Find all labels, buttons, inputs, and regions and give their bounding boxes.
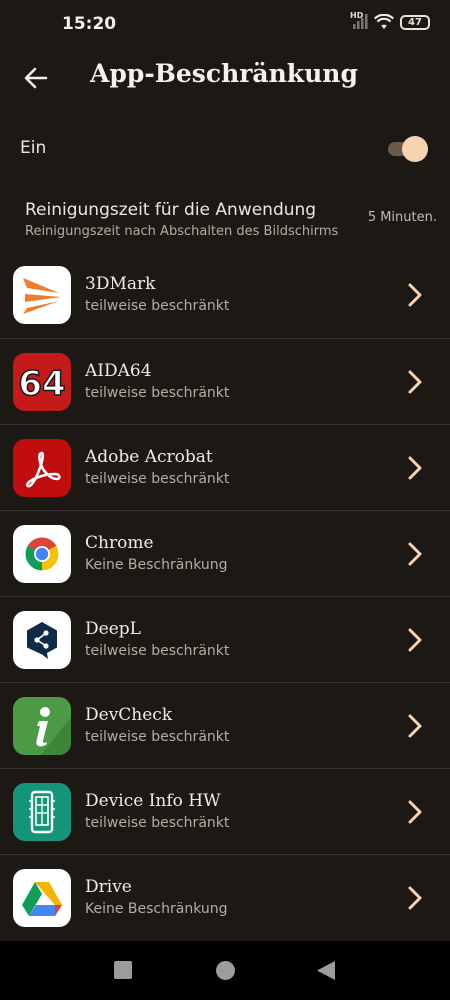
app-row-3dmark[interactable]: 3DMark teilweise beschränkt (0, 252, 450, 338)
app-name: Device Info HW (85, 791, 221, 811)
app-name: DevCheck (85, 705, 173, 725)
app-name: 3DMark (85, 274, 156, 294)
app-name: Drive (85, 877, 132, 897)
app-row-device-info-hw[interactable]: Device Info HW teilweise beschränkt (0, 768, 450, 854)
app-bar: App-Beschränkung (0, 48, 450, 106)
app-status: teilweise beschränkt (85, 298, 230, 314)
app-status: teilweise beschränkt (85, 385, 230, 401)
drive-icon (13, 869, 71, 927)
status-bar: 15:20 HD 47 (0, 0, 450, 48)
status-time: 15:20 (62, 14, 117, 34)
app-row-deepl[interactable]: DeepL teilweise beschränkt (0, 596, 450, 682)
back-triangle-icon[interactable] (316, 960, 336, 981)
chevron-right-icon (404, 282, 426, 308)
toggle-label: Ein (20, 138, 47, 158)
app-status: teilweise beschränkt (85, 643, 230, 659)
app-name: AIDA64 (85, 361, 152, 381)
cleanup-title: Reinigungszeit für die Anwendung (25, 200, 317, 220)
cleanup-value: 5 Minuten. (367, 210, 437, 225)
aida64-icon-text: 64 (18, 364, 65, 404)
page-title: App-Beschränkung (90, 59, 358, 88)
app-row-devcheck[interactable]: DevCheck teilweise beschränkt (0, 682, 450, 768)
app-row-aida64[interactable]: 64 AIDA64 teilweise beschränkt (0, 338, 450, 424)
app-status: teilweise beschränkt (85, 471, 230, 487)
chevron-right-icon (404, 455, 426, 481)
adobe-acrobat-icon (13, 439, 71, 497)
deepl-icon (13, 611, 71, 669)
app-list: 3DMark teilweise beschränkt 64 AIDA64 te… (0, 252, 450, 940)
battery-indicator: 47 (400, 14, 430, 30)
app-name: Adobe Acrobat (85, 447, 213, 467)
chevron-right-icon (404, 713, 426, 739)
app-row-drive[interactable]: Drive Keine Beschränkung (0, 854, 450, 940)
app-name: Chrome (85, 533, 154, 553)
signal-icon: HD (350, 11, 368, 31)
app-status: Keine Beschränkung (85, 901, 228, 917)
app-status: teilweise beschränkt (85, 815, 230, 831)
wifi-icon (374, 13, 394, 30)
chrome-icon (13, 525, 71, 583)
app-row-chrome[interactable]: Chrome Keine Beschränkung (0, 510, 450, 596)
3dmark-icon (13, 266, 71, 324)
chevron-right-icon (404, 799, 426, 825)
app-status: teilweise beschränkt (85, 729, 230, 745)
device-info-hw-icon (13, 783, 71, 841)
cleanup-time-row[interactable]: Reinigungszeit für die Anwendung Reinigu… (0, 186, 450, 256)
app-status: Keine Beschränkung (85, 557, 228, 573)
recents-square-icon[interactable] (114, 961, 132, 979)
app-row-adobe-acrobat[interactable]: Adobe Acrobat teilweise beschränkt (0, 424, 450, 510)
status-icons: HD 47 (350, 11, 430, 31)
toggle-thumb (402, 136, 428, 162)
home-circle-icon[interactable] (216, 961, 235, 980)
chevron-right-icon (404, 885, 426, 911)
chevron-right-icon (404, 627, 426, 653)
restriction-toggle[interactable] (386, 136, 428, 162)
app-name: DeepL (85, 619, 141, 639)
cleanup-subtitle: Reinigungszeit nach Abschalten des Bilds… (25, 224, 339, 239)
chevron-right-icon (404, 369, 426, 395)
devcheck-icon (13, 697, 71, 755)
back-arrow-icon[interactable] (20, 62, 52, 94)
chevron-right-icon (404, 541, 426, 567)
aida64-icon: 64 (13, 353, 71, 411)
navigation-bar (0, 941, 450, 1000)
restriction-toggle-row[interactable]: Ein (0, 118, 450, 178)
